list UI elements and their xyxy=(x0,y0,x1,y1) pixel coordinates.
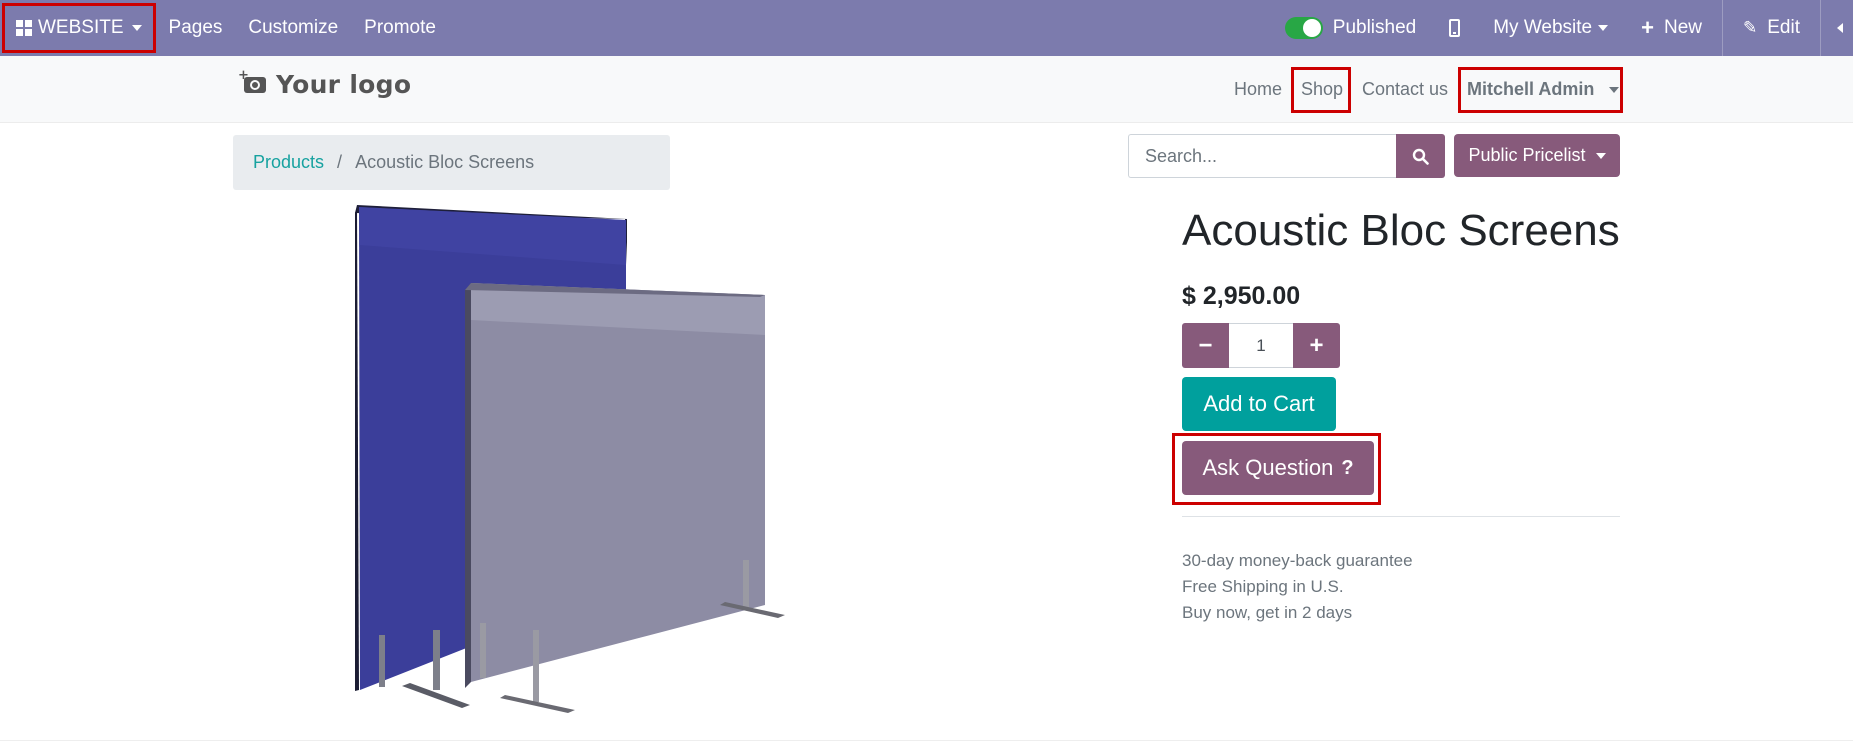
quantity-input[interactable] xyxy=(1229,323,1293,368)
product-title: Acoustic Bloc Screens xyxy=(1182,206,1620,255)
promote-menu[interactable]: Promote xyxy=(351,0,449,56)
product-price: $ 2,950.00 xyxy=(1182,282,1301,310)
question-mark-icon: ? xyxy=(1341,456,1354,479)
pricelist-dropdown[interactable]: Public Pricelist xyxy=(1454,134,1620,177)
search-input[interactable] xyxy=(1128,134,1396,178)
nav-contact-us[interactable]: Contact us xyxy=(1362,56,1448,123)
caret-left-icon xyxy=(1837,23,1843,33)
minus-icon: − xyxy=(1198,331,1213,359)
website-admin-bar: WEBSITE Pages Customize Promote Publishe… xyxy=(0,0,1853,56)
divider xyxy=(1182,516,1620,517)
add-to-cart-button[interactable]: Add to Cart xyxy=(1182,377,1336,431)
nav-shop[interactable]: Shop xyxy=(1301,56,1343,123)
search-button[interactable] xyxy=(1396,134,1445,178)
caret-down-icon xyxy=(1595,152,1606,159)
ask-question-label: Ask Question xyxy=(1202,455,1334,480)
new-button[interactable]: + New xyxy=(1621,0,1722,56)
edit-button[interactable]: ✎ Edit xyxy=(1723,0,1820,56)
product-search xyxy=(1128,134,1445,178)
feature-item: Free Shipping in U.S. xyxy=(1182,577,1344,596)
site-logo[interactable]: + Your logo xyxy=(238,68,412,100)
breadcrumb: Products / Acoustic Bloc Screens xyxy=(233,135,670,190)
customize-menu[interactable]: Customize xyxy=(235,0,351,56)
website-apps-menu[interactable]: WEBSITE xyxy=(2,3,156,53)
pencil-icon: ✎ xyxy=(1743,18,1758,37)
divider xyxy=(0,740,1853,741)
quantity-stepper: − + xyxy=(1182,323,1340,368)
increase-quantity-button[interactable]: + xyxy=(1293,323,1340,368)
pricelist-label: Public Pricelist xyxy=(1468,145,1586,165)
my-website-dropdown[interactable]: My Website xyxy=(1480,0,1621,56)
product-image xyxy=(355,205,785,713)
plus-icon: + xyxy=(1641,15,1654,40)
camera-icon: + xyxy=(238,68,266,93)
side-panel-toggle[interactable] xyxy=(1821,0,1853,56)
product-features: 30-day money-back guarantee Free Shippin… xyxy=(1182,548,1413,626)
caret-down-icon xyxy=(131,25,142,31)
logo-text: Your logo xyxy=(276,70,412,99)
toggle-switch-icon xyxy=(1284,17,1323,39)
user-menu[interactable]: Mitchell Admin xyxy=(1467,56,1620,123)
pages-menu[interactable]: Pages xyxy=(156,0,236,56)
user-name: Mitchell Admin xyxy=(1467,79,1595,99)
breadcrumb-separator: / xyxy=(337,152,343,172)
publish-toggle[interactable]: Published xyxy=(1272,0,1429,56)
admin-bar-right: Published My Website + New ✎ Edit xyxy=(1272,0,1853,56)
site-header: + Your logo Home Shop Contact us Mitchel… xyxy=(0,56,1853,123)
breadcrumb-current: Acoustic Bloc Screens xyxy=(355,152,535,172)
my-website-label: My Website xyxy=(1493,17,1593,38)
nav-home[interactable]: Home xyxy=(1234,56,1282,123)
mobile-phone-icon xyxy=(1449,19,1461,37)
feature-item: 30-day money-back guarantee xyxy=(1182,551,1413,570)
apps-menu-label: WEBSITE xyxy=(38,17,124,38)
edit-label: Edit xyxy=(1767,17,1800,38)
decrease-quantity-button[interactable]: − xyxy=(1182,323,1229,368)
breadcrumb-products-link[interactable]: Products xyxy=(253,152,324,173)
ask-question-button[interactable]: Ask Question ? xyxy=(1182,441,1374,495)
search-icon xyxy=(1412,148,1429,165)
published-label: Published xyxy=(1332,17,1417,38)
mobile-preview-button[interactable] xyxy=(1429,0,1480,56)
new-label: New xyxy=(1663,17,1702,38)
caret-down-icon xyxy=(1598,25,1609,31)
caret-down-icon xyxy=(1609,87,1620,94)
apps-grid-icon xyxy=(16,20,32,36)
feature-item: Buy now, get in 2 days xyxy=(1182,603,1353,622)
plus-icon: + xyxy=(1309,331,1324,359)
